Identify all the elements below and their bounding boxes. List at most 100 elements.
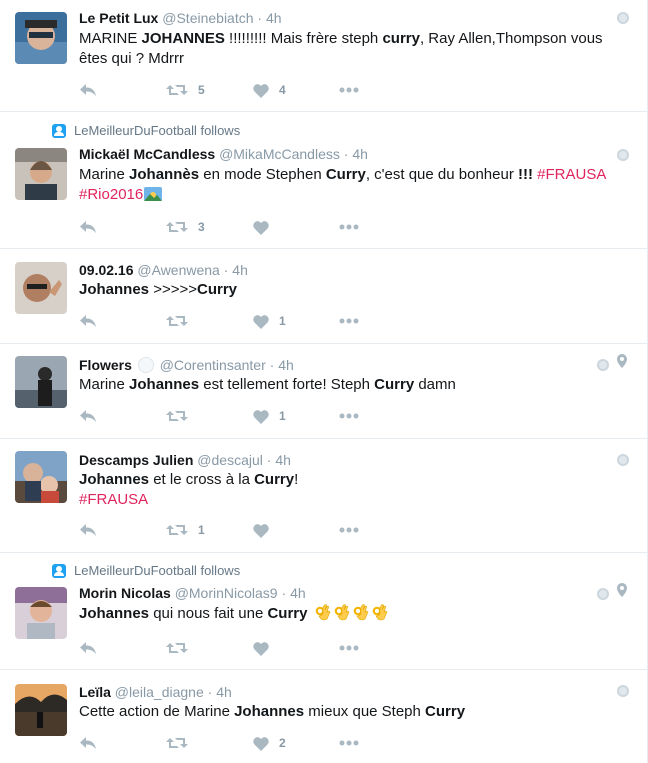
- reply-button[interactable]: [79, 217, 166, 237]
- like-count: 4: [279, 83, 286, 97]
- retweet-icon: [166, 314, 188, 328]
- avatar[interactable]: [15, 684, 67, 736]
- retweet-icon: [166, 736, 188, 750]
- author-handle[interactable]: @Awenwena: [137, 262, 219, 278]
- retweet-button[interactable]: 3: [166, 217, 253, 237]
- like-button[interactable]: [253, 217, 339, 237]
- tweet-text-run: !!!!!!!!! Mais frère steph: [224, 30, 383, 47]
- more-button[interactable]: [339, 406, 359, 426]
- more-button[interactable]: [339, 638, 359, 658]
- author-name[interactable]: 09.02.16: [79, 262, 134, 278]
- like-button[interactable]: [253, 638, 339, 658]
- author-handle[interactable]: @descajul: [197, 452, 263, 468]
- like-icon: [253, 83, 269, 98]
- more-button[interactable]: [339, 520, 359, 540]
- location-pin-icon[interactable]: [617, 583, 627, 597]
- reply-button[interactable]: [79, 520, 166, 540]
- like-button[interactable]: 4: [253, 80, 339, 100]
- timestamp[interactable]: 4h: [232, 262, 248, 278]
- separator-dot: ·: [269, 357, 275, 373]
- reply-button[interactable]: [79, 80, 166, 100]
- author-handle[interactable]: @Corentinsanter: [160, 357, 266, 373]
- reply-button[interactable]: [79, 638, 166, 658]
- author-name[interactable]: Morin Nicolas: [79, 585, 171, 601]
- retweet-button[interactable]: 1: [166, 520, 253, 540]
- timestamp[interactable]: 4h: [290, 585, 306, 601]
- hashtag-link[interactable]: #Rio2016: [79, 186, 143, 203]
- timestamp[interactable]: 4h: [352, 146, 368, 162]
- ok-hand-emoji-icon: [334, 604, 350, 621]
- more-icon: [339, 318, 359, 324]
- timestamp[interactable]: 4h: [275, 452, 291, 468]
- tweet-text: Johannes et le cross à la Curry! #FRAUSA: [79, 470, 624, 510]
- tweet[interactable]: Flowers @Corentinsanter · 4h Marine Joha…: [0, 344, 647, 439]
- tweet-text-run: et le cross à la: [149, 471, 255, 488]
- author-name[interactable]: Le Petit Lux: [79, 10, 158, 26]
- timestamp[interactable]: 4h: [216, 684, 232, 700]
- avatar[interactable]: [15, 148, 67, 200]
- more-button[interactable]: [339, 311, 359, 331]
- reply-button[interactable]: [79, 311, 166, 331]
- context-label[interactable]: LeMeilleurDuFootball follows: [74, 123, 240, 138]
- author-name[interactable]: Flowers: [79, 357, 132, 373]
- retweet-button[interactable]: [166, 733, 253, 753]
- reply-button[interactable]: [79, 733, 166, 753]
- more-button[interactable]: [339, 80, 359, 100]
- tweet-timeline: Le Petit Lux @Steinebiatch · 4h MARINE J…: [0, 0, 648, 763]
- author-handle[interactable]: @leila_diagne: [115, 684, 204, 700]
- follow-context-icon: [52, 563, 66, 578]
- author-name[interactable]: Descamps Julien: [79, 452, 193, 468]
- avatar[interactable]: [15, 451, 67, 503]
- like-button[interactable]: 1: [253, 406, 339, 426]
- separator-dot: ·: [266, 452, 272, 468]
- reply-icon: [79, 220, 97, 234]
- separator-dot: ·: [281, 585, 287, 601]
- timestamp[interactable]: 4h: [266, 10, 282, 26]
- context-label[interactable]: LeMeilleurDuFootball follows: [74, 563, 240, 578]
- more-button[interactable]: [339, 733, 359, 753]
- hashtag-link[interactable]: #FRAUSA: [79, 491, 148, 508]
- like-icon: [253, 220, 269, 235]
- retweet-button[interactable]: [166, 406, 253, 426]
- tweet-actions: 3: [79, 217, 359, 237]
- avatar[interactable]: [15, 262, 67, 314]
- tweet[interactable]: LeMeilleurDuFootball follows Morin Nicol…: [0, 553, 647, 670]
- like-button[interactable]: [253, 520, 339, 540]
- more-button[interactable]: [339, 217, 359, 237]
- like-button[interactable]: 1: [253, 311, 339, 331]
- avatar[interactable]: [15, 12, 67, 64]
- reply-button[interactable]: [79, 406, 166, 426]
- tweet-header: Le Petit Lux @Steinebiatch · 4h: [79, 9, 282, 27]
- location-pin-icon[interactable]: [617, 354, 627, 368]
- author-name[interactable]: Leïla: [79, 684, 111, 700]
- hashtag-link[interactable]: #FRAUSA: [537, 166, 605, 183]
- tweet-text-run: !: [294, 471, 299, 488]
- more-icon: [339, 224, 359, 230]
- tweet-text: Marine Johannes est tellement forte! Ste…: [79, 375, 624, 395]
- like-button[interactable]: 2: [253, 733, 339, 753]
- reply-icon: [79, 736, 97, 750]
- retweet-button[interactable]: [166, 638, 253, 658]
- timestamp[interactable]: 4h: [278, 357, 294, 373]
- retweet-button[interactable]: 5: [166, 80, 253, 100]
- tweet[interactable]: LeMeilleurDuFootball follows Mickaël McC…: [0, 112, 647, 249]
- tweet[interactable]: Le Petit Lux @Steinebiatch · 4h MARINE J…: [0, 0, 647, 112]
- avatar[interactable]: [15, 587, 67, 639]
- tweet[interactable]: 09.02.16 @Awenwena · 4h Johannes >>>>>Cu…: [0, 249, 647, 344]
- tweet-text-run: Curry: [197, 281, 238, 298]
- avatar[interactable]: [15, 356, 67, 408]
- tweet[interactable]: Descamps Julien @descajul · 4h Johannes …: [0, 439, 647, 553]
- separator-dot: ·: [257, 10, 263, 26]
- retweet-icon: [166, 409, 188, 423]
- retweet-button[interactable]: [166, 311, 253, 331]
- tweet-text: MARINE JOHANNES !!!!!!!!! Mais frère ste…: [79, 29, 624, 69]
- tweet-text-run: qui nous fait une: [149, 605, 268, 622]
- tweet-actions: 1: [79, 406, 359, 426]
- tweet[interactable]: Leïla @leila_diagne · 4h Cette action de…: [0, 670, 647, 763]
- author-handle[interactable]: @Steinebiatch: [162, 10, 253, 26]
- tweet-text-run: Curry: [325, 166, 366, 183]
- author-handle[interactable]: @MikaMcCandless: [219, 146, 340, 162]
- tweet-header: Descamps Julien @descajul · 4h: [79, 451, 291, 469]
- author-name[interactable]: Mickaël McCandless: [79, 146, 215, 162]
- author-handle[interactable]: @MorinNicolas9: [175, 585, 278, 601]
